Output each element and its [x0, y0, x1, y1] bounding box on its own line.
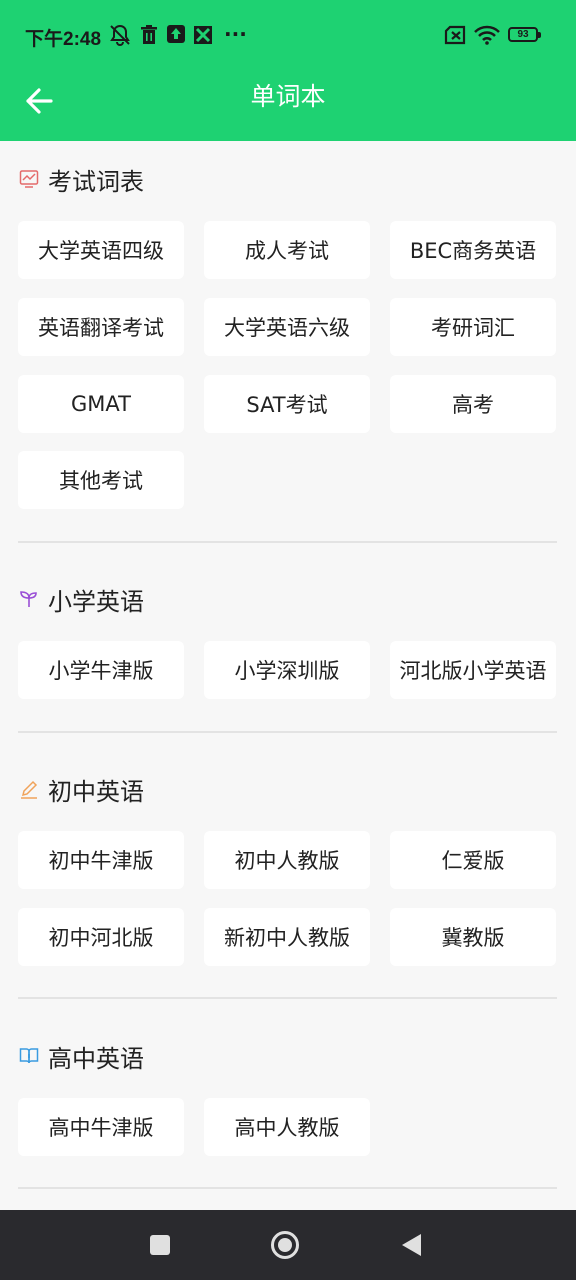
wordbook-item[interactable]: 高中人教版	[204, 1098, 370, 1156]
wordbook-item[interactable]: 初中人教版	[204, 831, 370, 889]
wordbook-item[interactable]: 高中牛津版	[18, 1098, 184, 1156]
wordbook-item[interactable]: 英语翻译考试	[18, 298, 184, 356]
upload-icon	[166, 24, 186, 44]
wordbook-item[interactable]: 河北版小学英语	[390, 641, 556, 699]
wordbook-item[interactable]: SAT考试	[204, 375, 370, 433]
wordbook-item[interactable]: 初中河北版	[18, 908, 184, 966]
section-header: 高中英语	[18, 1038, 144, 1074]
page-title: 单词本	[250, 82, 326, 111]
triangle-back-icon	[402, 1234, 421, 1256]
sprout-icon	[18, 588, 40, 610]
recents-button[interactable]	[145, 1230, 175, 1260]
system-nav-bar	[0, 1210, 576, 1280]
wordbook-item[interactable]: 大学英语六级	[204, 298, 370, 356]
wordbook-item[interactable]: GMAT	[18, 375, 184, 433]
wordbook-item[interactable]: BEC商务英语	[390, 221, 556, 279]
square-icon	[150, 1235, 170, 1255]
section-title: 初中英语	[48, 777, 144, 806]
wordbook-item[interactable]: 初中牛津版	[18, 831, 184, 889]
section-title: 考试词表	[48, 167, 144, 196]
section-title: 小学英语	[48, 587, 144, 616]
divider	[18, 1187, 557, 1189]
wifi-icon	[474, 25, 500, 45]
wordbook-item[interactable]: 大学英语四级	[18, 221, 184, 279]
wordbook-item[interactable]: 新初中人教版	[204, 908, 370, 966]
wordbook-item[interactable]: 冀教版	[390, 908, 556, 966]
no-sim-icon	[444, 25, 468, 45]
wordbook-item[interactable]: 仁爱版	[390, 831, 556, 889]
home-button[interactable]	[270, 1230, 300, 1260]
wordbook-item[interactable]: 高考	[390, 375, 556, 433]
divider	[18, 541, 557, 543]
book-icon	[18, 1045, 40, 1067]
section-title: 高中英语	[48, 1044, 144, 1073]
status-bar: 下午2:48 ··· 93	[0, 0, 576, 70]
more-notifications-icon: ···	[224, 22, 247, 46]
divider	[18, 731, 557, 733]
divider	[18, 997, 557, 999]
status-time: 下午2:48	[25, 29, 102, 50]
app-notification-icon	[192, 24, 214, 46]
trash-icon	[140, 24, 158, 46]
section-header: 初中英语	[18, 771, 144, 807]
mute-bell-icon	[108, 24, 132, 46]
wordbook-item[interactable]: 其他考试	[18, 451, 184, 509]
section-header: 小学英语	[18, 581, 144, 617]
pencil-icon	[18, 778, 40, 800]
circle-icon	[271, 1231, 299, 1259]
wordbook-item[interactable]: 成人考试	[204, 221, 370, 279]
wordbook-item[interactable]: 小学牛津版	[18, 641, 184, 699]
section-header: 考试词表	[18, 161, 144, 197]
back-nav-button[interactable]	[396, 1230, 426, 1260]
app-bar: 单词本	[0, 70, 576, 141]
battery-indicator: 93	[508, 27, 541, 42]
wordbook-item[interactable]: 考研词汇	[390, 298, 556, 356]
chart-icon	[18, 168, 40, 190]
wordbook-item[interactable]: 小学深圳版	[204, 641, 370, 699]
